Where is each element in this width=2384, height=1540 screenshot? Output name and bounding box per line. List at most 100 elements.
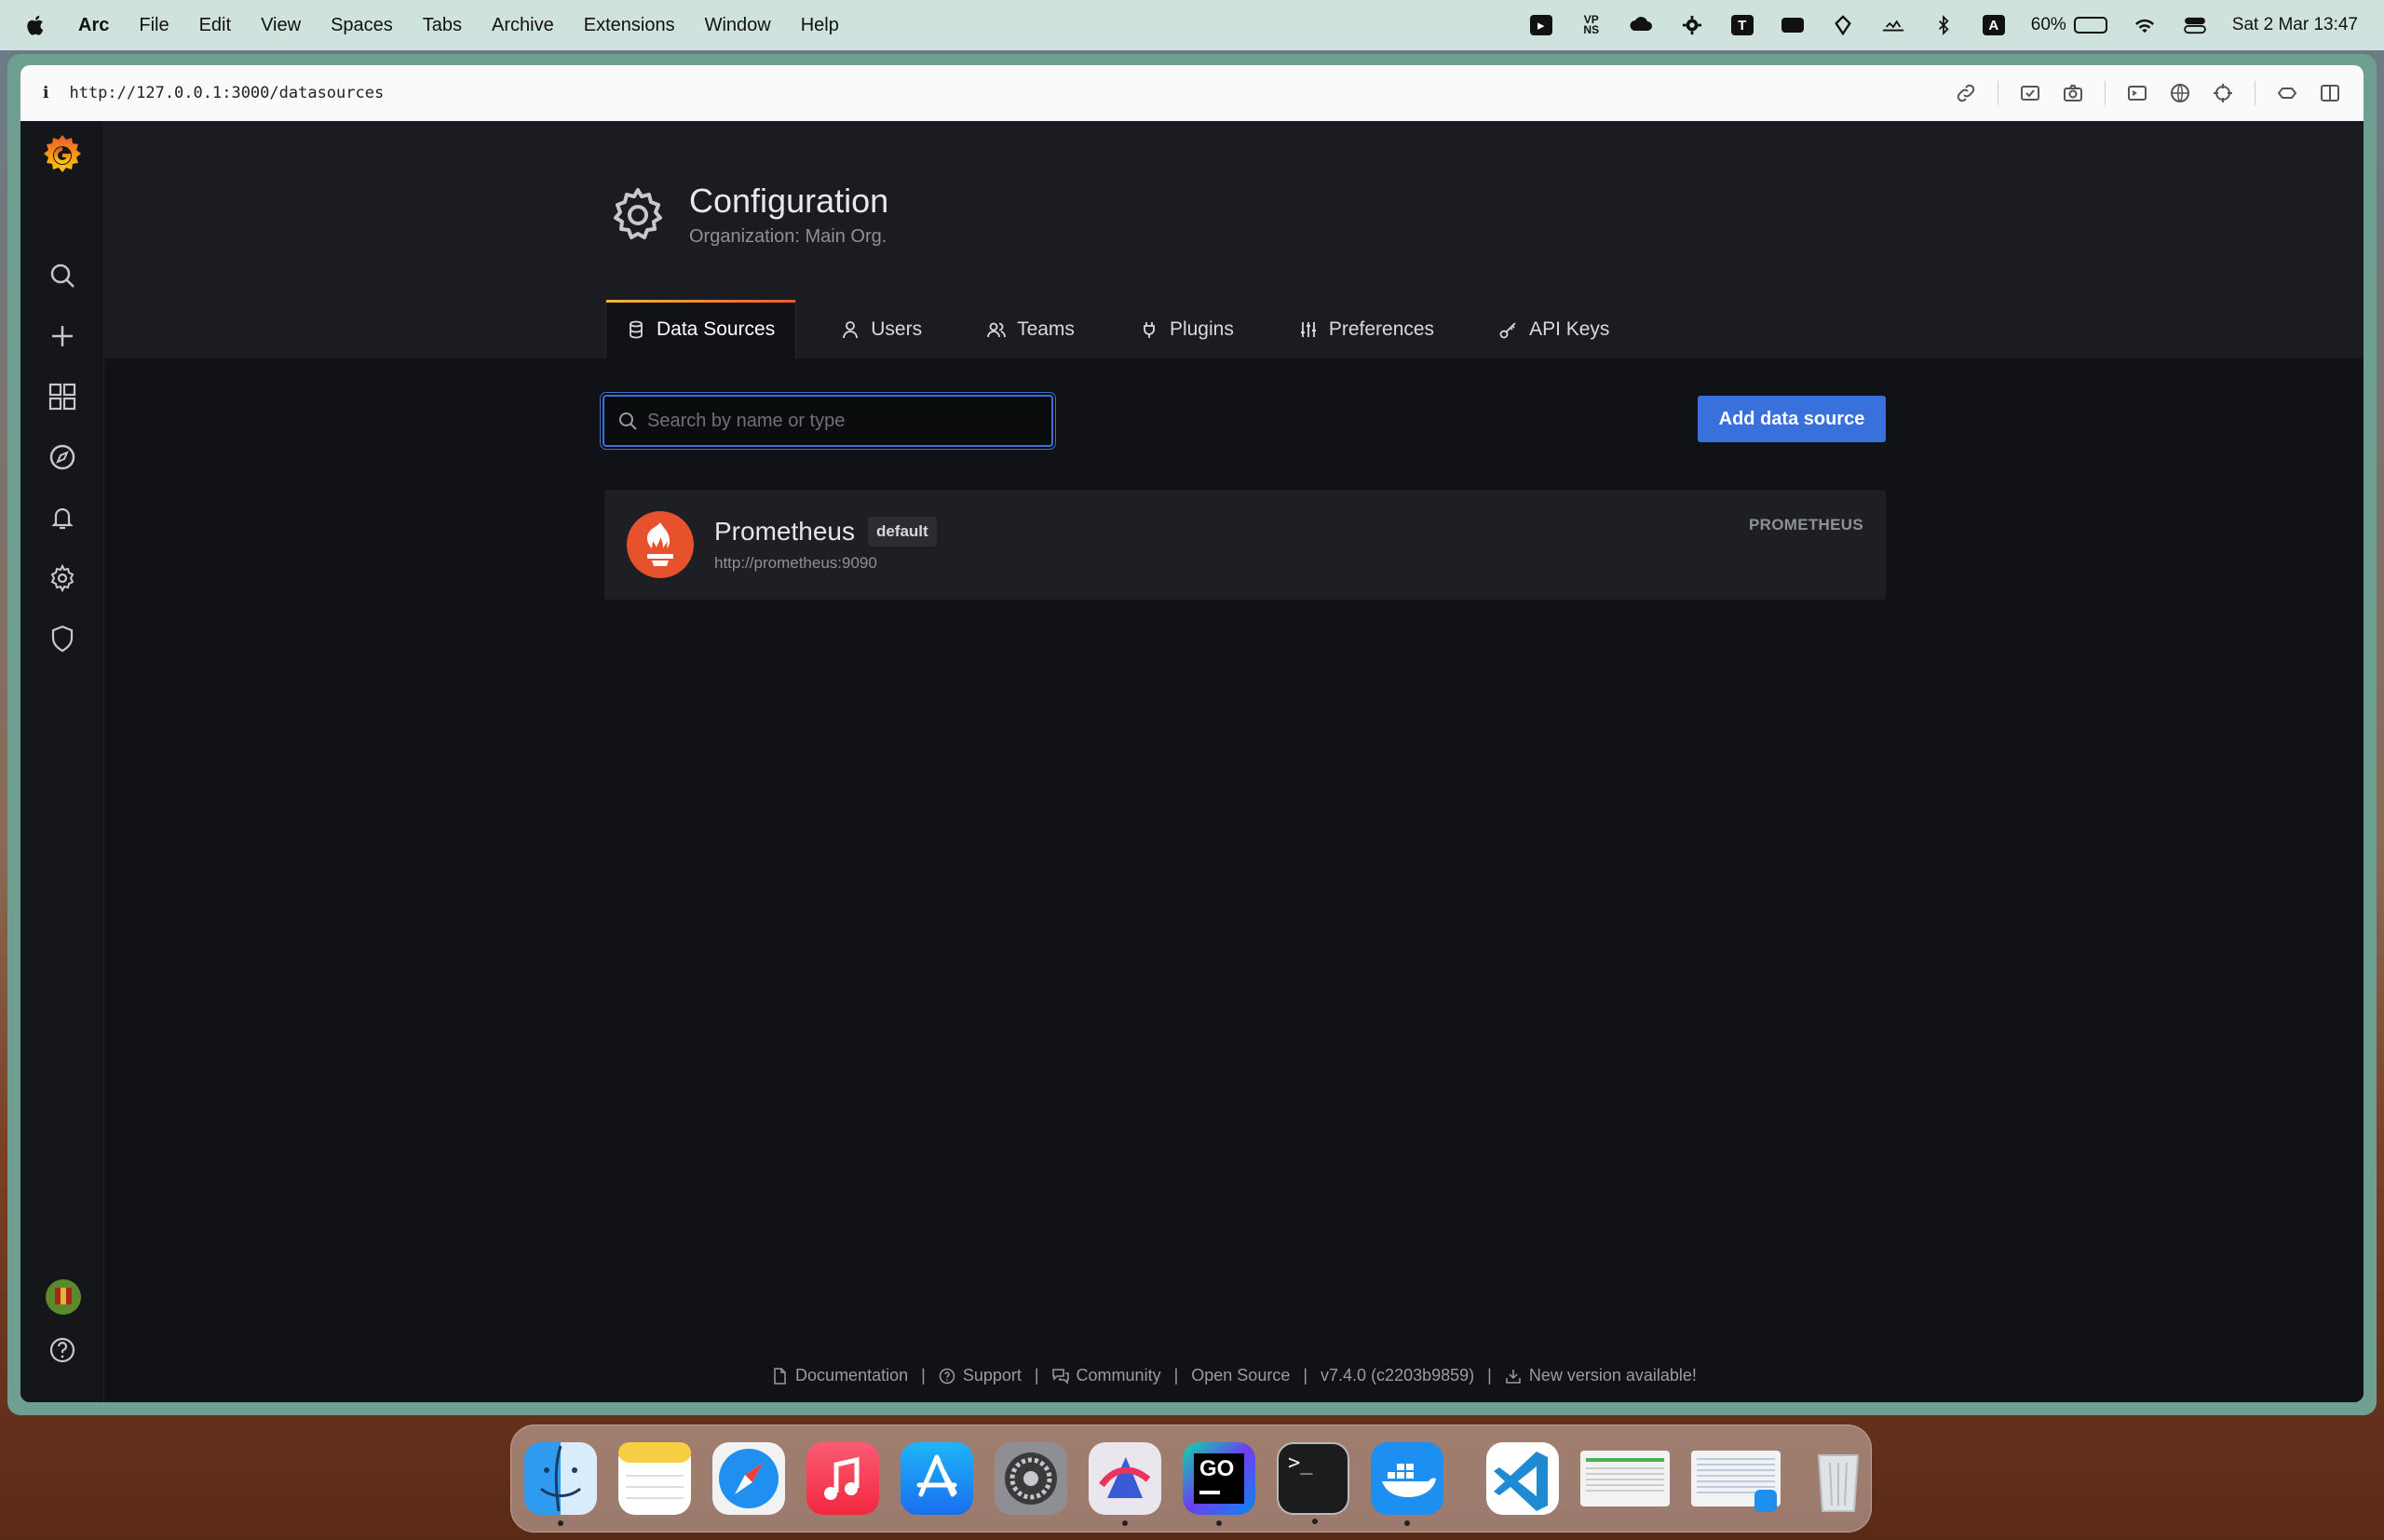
search-icon: [619, 412, 637, 430]
keyboard-tray-icon[interactable]: [1780, 14, 1806, 36]
datasource-search[interactable]: [603, 395, 1053, 447]
tray-app-icon[interactable]: ▸: [1528, 14, 1554, 36]
footer-open-source-link[interactable]: Open Source: [1191, 1366, 1290, 1385]
gear-tray-icon[interactable]: [1679, 14, 1705, 36]
search-input[interactable]: [647, 410, 1051, 432]
menu-file[interactable]: File: [139, 15, 169, 36]
target-icon[interactable]: [2212, 82, 2234, 104]
url-bar[interactable]: i http://127.0.0.1:3000/datasources: [20, 65, 2364, 121]
explore-compass-icon[interactable]: [47, 442, 77, 472]
footer-separator: |: [1487, 1366, 1492, 1385]
trash-icon[interactable]: [1802, 1442, 1875, 1515]
globe-icon[interactable]: [2169, 82, 2191, 104]
footer-label: v7.4.0 (c2203b9859): [1321, 1366, 1475, 1385]
running-indicator: [558, 1520, 563, 1526]
battery-status[interactable]: 60%: [2031, 15, 2107, 35]
apple-menu-icon[interactable]: [26, 13, 47, 37]
tab-label: Teams: [1017, 317, 1075, 340]
tab-data-sources[interactable]: Data Sources: [605, 300, 797, 358]
users-icon: [987, 322, 1006, 337]
cloud-icon[interactable]: [1629, 14, 1655, 36]
add-data-source-button[interactable]: Add data source: [1698, 396, 1886, 442]
create-plus-icon[interactable]: [47, 321, 77, 351]
footer-documentation-link[interactable]: Documentation: [771, 1366, 908, 1385]
menu-help[interactable]: Help: [801, 15, 839, 36]
url-text[interactable]: http://127.0.0.1:3000/datasources: [69, 84, 384, 102]
battery-percent: 60%: [2030, 15, 2066, 34]
control-center-icon[interactable]: [2182, 14, 2208, 36]
menu-spaces[interactable]: Spaces: [331, 15, 393, 36]
footer-separator: |: [1034, 1366, 1039, 1385]
wifi-icon[interactable]: [2132, 14, 2158, 36]
menu-edit[interactable]: Edit: [199, 15, 231, 36]
question-circle-icon: [939, 1368, 955, 1384]
docker-icon[interactable]: [1371, 1442, 1443, 1526]
default-badge: default: [867, 517, 937, 547]
download-icon: [1506, 1369, 1521, 1384]
datasource-name-row: Prometheus default: [714, 517, 937, 547]
goland-label: GO: [1199, 1456, 1235, 1481]
browser-content: i http://127.0.0.1:3000/datasources Conf…: [20, 65, 2364, 1402]
footer-version: v7.4.0 (c2203b9859): [1321, 1366, 1474, 1385]
alerting-bell-icon[interactable]: [47, 503, 77, 533]
configuration-header-gear-icon: [614, 187, 662, 239]
capture-icon[interactable]: [2019, 82, 2041, 104]
text-tray-letter: T: [1730, 15, 1754, 35]
safari-icon[interactable]: [712, 1442, 785, 1515]
recent-window-thumbnail[interactable]: [1580, 1451, 1670, 1506]
footer-label: Community: [1076, 1366, 1161, 1385]
sidebar-toggle-icon[interactable]: [2319, 82, 2341, 104]
macos-dock: GO >_: [510, 1425, 1872, 1533]
user-avatar[interactable]: [46, 1279, 81, 1315]
pen-tray-icon[interactable]: [1830, 14, 1856, 36]
vpn-icon[interactable]: VP NS: [1578, 14, 1605, 36]
input-source-icon[interactable]: A: [1981, 14, 2007, 36]
menubar-clock[interactable]: Sat 2 Mar 13:47: [2232, 15, 2358, 35]
page-title: Configuration: [689, 182, 889, 220]
footer-community-link[interactable]: Community: [1051, 1366, 1161, 1385]
goland-icon[interactable]: GO: [1183, 1442, 1255, 1526]
music-icon[interactable]: [806, 1442, 879, 1515]
finder-icon[interactable]: [524, 1442, 597, 1526]
text-tray-icon[interactable]: T: [1729, 14, 1755, 36]
tab-users[interactable]: Users: [820, 300, 942, 358]
browser-window: i http://127.0.0.1:3000/datasources Conf…: [7, 54, 2377, 1415]
footer-new-version-link[interactable]: New version available!: [1505, 1366, 1697, 1385]
menu-tabs[interactable]: Tabs: [423, 15, 462, 36]
menu-view[interactable]: View: [261, 15, 301, 36]
terminal-icon[interactable]: [2126, 82, 2148, 104]
site-info-icon[interactable]: i: [43, 84, 48, 102]
terminal-app-icon[interactable]: >_: [1277, 1442, 1349, 1524]
menu-extensions[interactable]: Extensions: [584, 15, 675, 36]
menu-archive[interactable]: Archive: [492, 15, 554, 36]
tab-plugins[interactable]: Plugins: [1119, 300, 1254, 358]
search-icon[interactable]: [47, 261, 77, 290]
page-subtitle: Organization: Main Org.: [689, 226, 887, 247]
footer-separator: |: [1303, 1366, 1308, 1385]
server-admin-shield-icon[interactable]: [47, 624, 77, 654]
footer-support-link[interactable]: Support: [939, 1366, 1022, 1385]
datasource-card-prometheus[interactable]: Prometheus default http://prometheus:909…: [604, 490, 1886, 600]
activity-tray-icon[interactable]: [1880, 14, 1906, 36]
vscode-icon[interactable]: [1486, 1442, 1559, 1515]
help-icon[interactable]: [47, 1335, 77, 1365]
bluetooth-icon[interactable]: [1930, 14, 1957, 36]
extensions-icon[interactable]: [2276, 82, 2298, 104]
tab-api-keys[interactable]: API Keys: [1479, 300, 1630, 358]
tab-preferences[interactable]: Preferences: [1279, 300, 1455, 358]
camera-icon[interactable]: [2062, 82, 2084, 104]
recent-window-thumbnail[interactable]: [1691, 1451, 1781, 1512]
configuration-gear-icon[interactable]: [47, 563, 77, 593]
tab-teams[interactable]: Teams: [967, 300, 1095, 358]
menu-window[interactable]: Window: [705, 15, 771, 36]
menu-app-name[interactable]: Arc: [78, 15, 109, 36]
footer-label: Support: [962, 1366, 1022, 1385]
notes-icon[interactable]: [618, 1442, 691, 1515]
app-store-icon[interactable]: [901, 1442, 973, 1515]
system-settings-icon[interactable]: [995, 1442, 1067, 1515]
grafana-logo-icon[interactable]: [40, 132, 85, 177]
affinity-designer-icon[interactable]: [1089, 1442, 1161, 1526]
dashboards-grid-icon[interactable]: [47, 382, 77, 412]
copy-link-icon[interactable]: [1955, 82, 1977, 104]
running-indicator: [1312, 1519, 1318, 1524]
